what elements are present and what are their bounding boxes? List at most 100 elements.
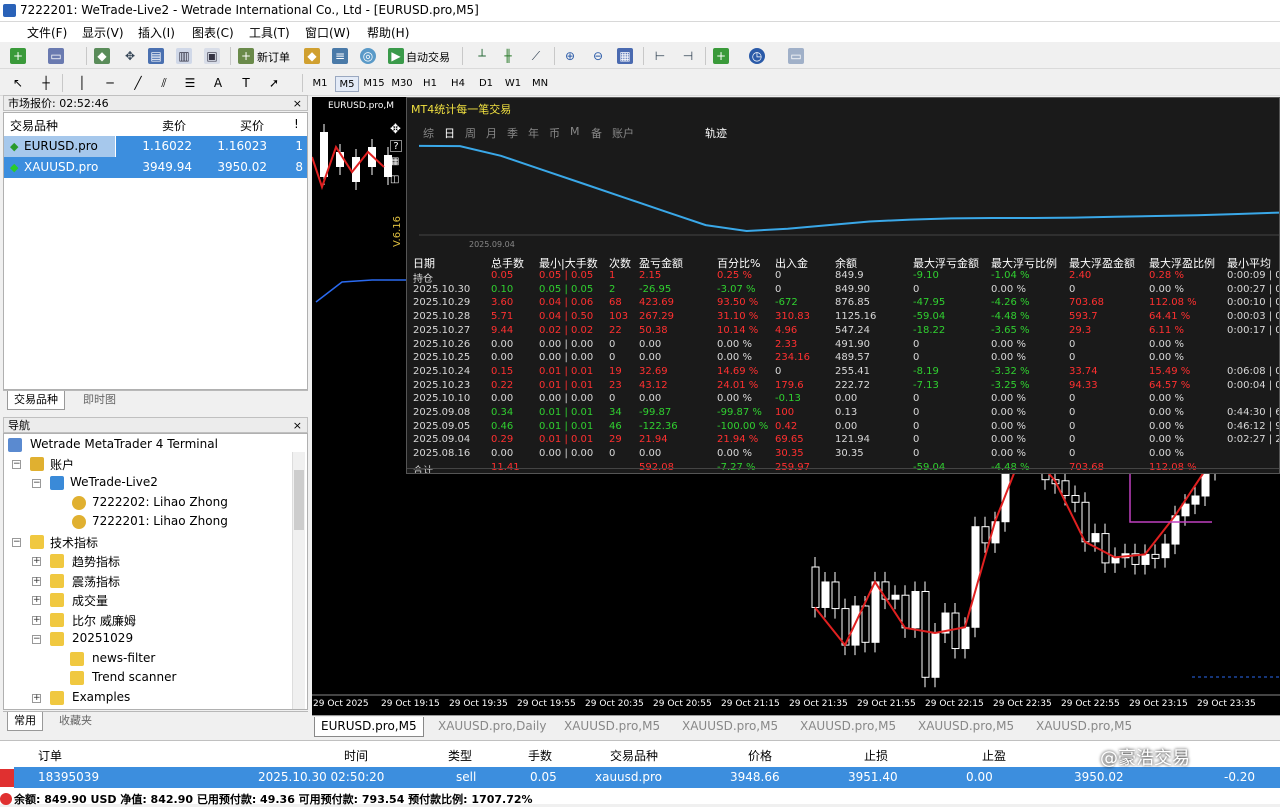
text-icon[interactable]: A: [210, 75, 226, 91]
period-tab[interactable]: 日: [444, 125, 455, 141]
close-icon[interactable]: ×: [293, 418, 302, 433]
period-tab[interactable]: 综: [423, 125, 434, 141]
expand-icon[interactable]: +: [32, 596, 41, 605]
col-symbol[interactable]: 交易品种: [10, 117, 58, 134]
candlestick-icon[interactable]: ╫: [500, 48, 516, 64]
market-watch-icon[interactable]: ◆: [94, 48, 110, 64]
new-order-icon[interactable]: +: [238, 48, 254, 64]
menu-file[interactable]: 文件(F): [27, 24, 67, 41]
templates-icon[interactable]: ▭: [788, 48, 804, 64]
period-tab[interactable]: 账户: [612, 125, 634, 141]
order-row[interactable]: 18395039 2025.10.30 02:50:20 sell 0.05 x…: [14, 767, 1280, 788]
track-button[interactable]: 轨迹: [705, 125, 727, 141]
chart-tab-xauusd-m5[interactable]: XAUUSD.pro,M5: [558, 717, 666, 737]
chart-tab-xauusd-m5[interactable]: XAUUSD.pro,M5: [676, 717, 784, 737]
col-symbol[interactable]: 交易品种: [610, 747, 658, 764]
tab-symbols[interactable]: 交易品种: [7, 391, 65, 410]
profiles-icon[interactable]: ▭: [48, 48, 64, 64]
menu-help[interactable]: 帮助(H): [367, 24, 409, 41]
navigator-scrollbar[interactable]: [292, 452, 305, 709]
collapse-icon[interactable]: −: [32, 635, 41, 644]
menu-tools[interactable]: 工具(T): [249, 24, 290, 41]
trendline-icon[interactable]: ╱: [130, 75, 146, 91]
expand-icon[interactable]: +: [32, 694, 41, 703]
col-order[interactable]: 订单: [38, 747, 62, 764]
window-icon[interactable]: ◫: [390, 174, 399, 185]
market-row[interactable]: ◆ EURUSD.pro 1.16022 1.16023 1: [4, 136, 307, 157]
new-order-button[interactable]: 新订单: [257, 49, 290, 65]
col-price[interactable]: 价格: [748, 747, 772, 764]
arrow-shapes-icon[interactable]: ➚: [266, 75, 282, 91]
timeframe-mn[interactable]: MN: [528, 76, 552, 92]
collapse-icon[interactable]: −: [12, 538, 21, 547]
period-tab[interactable]: 年: [528, 125, 539, 141]
fibonacci-icon[interactable]: ☰: [182, 75, 198, 91]
new-chart-icon[interactable]: +: [10, 48, 26, 64]
timeframe-m1[interactable]: M1: [308, 76, 332, 92]
tab-tick-chart[interactable]: 即时图: [77, 391, 122, 410]
chart-tab-xauusd-daily[interactable]: XAUUSD.pro,Daily: [432, 717, 552, 737]
tab-common[interactable]: 常用: [7, 712, 43, 731]
col-bid[interactable]: 卖价: [162, 117, 186, 134]
channel-icon[interactable]: ⫽: [156, 75, 172, 91]
crosshair-tool-icon[interactable]: ✥: [122, 48, 138, 64]
chart-tab-eurusd-m5[interactable]: EURUSD.pro,M5: [314, 717, 424, 737]
col-ask[interactable]: 买价: [240, 117, 264, 134]
col-time[interactable]: 时间: [344, 747, 368, 764]
timeframe-m5[interactable]: M5: [335, 76, 359, 92]
tile-windows-icon[interactable]: ▦: [617, 48, 633, 64]
auto-scroll-icon[interactable]: ⊢: [652, 48, 668, 64]
collapse-icon[interactable]: −: [12, 460, 21, 469]
meta-editor-icon[interactable]: ◆: [304, 48, 320, 64]
auto-trading-button[interactable]: 自动交易: [406, 49, 450, 65]
close-icon[interactable]: ×: [293, 96, 302, 111]
period-tab[interactable]: M: [570, 125, 580, 138]
zoom-in-icon[interactable]: ⊕: [562, 48, 578, 64]
expand-icon[interactable]: +: [32, 557, 41, 566]
col-type[interactable]: 类型: [448, 747, 472, 764]
move-icon[interactable]: ✥: [390, 122, 401, 137]
timeframe-h1[interactable]: H1: [418, 76, 442, 92]
chart-tab-xauusd-m5[interactable]: XAUUSD.pro,M5: [794, 717, 902, 737]
navigator-icon[interactable]: ▥: [176, 48, 192, 64]
tab-favorites[interactable]: 收藏夹: [53, 712, 98, 731]
period-tab[interactable]: 备: [591, 125, 602, 141]
chart-shift-icon[interactable]: ⊣: [680, 48, 696, 64]
crosshair-icon[interactable]: ┼: [38, 75, 54, 91]
table-icon[interactable]: ▦: [390, 156, 399, 167]
chart-tab-xauusd-m5[interactable]: XAUUSD.pro,M5: [912, 717, 1020, 737]
scripts-icon[interactable]: ≡: [332, 48, 348, 64]
text-label-icon[interactable]: T: [238, 75, 254, 91]
help-icon[interactable]: ?: [390, 140, 402, 152]
periods-icon[interactable]: ◷: [749, 48, 765, 64]
expand-icon[interactable]: +: [32, 616, 41, 625]
collapse-icon[interactable]: −: [32, 479, 41, 488]
menu-charts[interactable]: 图表(C): [192, 24, 234, 41]
col-lots[interactable]: 手数: [528, 747, 552, 764]
menu-window[interactable]: 窗口(W): [305, 24, 350, 41]
period-tab[interactable]: 月: [486, 125, 497, 141]
chart-tab-xauusd-m5[interactable]: XAUUSD.pro,M5: [1030, 717, 1138, 737]
data-window-icon[interactable]: ▤: [148, 48, 164, 64]
bar-chart-icon[interactable]: ┴: [474, 48, 490, 64]
signals-icon[interactable]: ◎: [360, 48, 376, 64]
col-tp[interactable]: 止盈: [982, 747, 1006, 764]
timeframe-d1[interactable]: D1: [474, 76, 498, 92]
horizontal-line-icon[interactable]: ─: [102, 75, 118, 91]
market-row[interactable]: ◆ XAUUSD.pro 3949.94 3950.02 8: [4, 157, 307, 178]
vertical-line-icon[interactable]: │: [74, 75, 90, 91]
zoom-out-icon[interactable]: ⊖: [590, 48, 606, 64]
period-tab[interactable]: 周: [465, 125, 476, 141]
timeframe-w1[interactable]: W1: [501, 76, 525, 92]
period-tab[interactable]: 币: [549, 125, 560, 141]
timeframe-m30[interactable]: M30: [390, 76, 414, 92]
terminal-icon[interactable]: ▣: [204, 48, 220, 64]
menu-view[interactable]: 显示(V): [82, 24, 124, 41]
col-sl[interactable]: 止损: [864, 747, 888, 764]
menu-insert[interactable]: 插入(I): [138, 24, 175, 41]
period-tab[interactable]: 季: [507, 125, 518, 141]
expand-icon[interactable]: +: [32, 577, 41, 586]
col-spread[interactable]: !: [294, 117, 299, 131]
indicators-icon[interactable]: +: [713, 48, 729, 64]
auto-trading-icon[interactable]: ▶: [388, 48, 404, 64]
